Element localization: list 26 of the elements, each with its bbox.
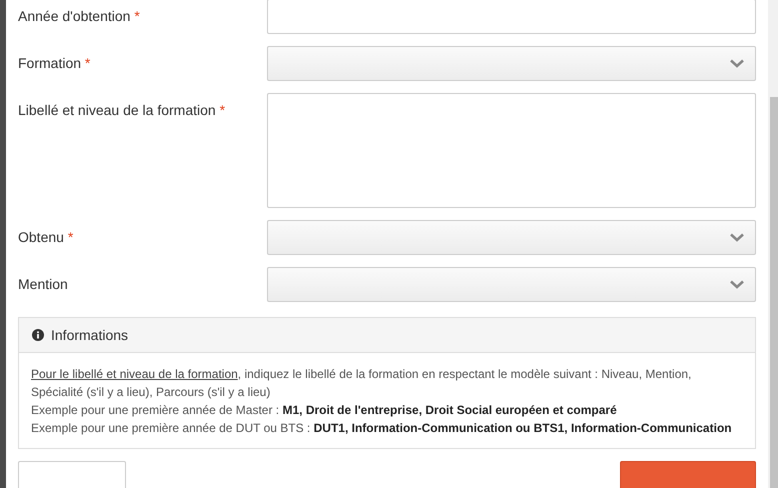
field-label: Mention xyxy=(18,276,68,292)
scrollbar[interactable] xyxy=(768,0,778,488)
required-mark: * xyxy=(68,229,74,245)
select-field[interactable] xyxy=(267,46,756,81)
info-text: Pour le libellé et niveau de la formation, indiquez le libellé de la formation en respectant le modèle suivant : Niveau, Mention, Spécialité (s'il y a lieu), Parcours (s'il y a lieu) xyxy=(31,366,692,401)
select-field[interactable] xyxy=(267,267,756,302)
required-mark: * xyxy=(134,8,140,24)
input-field[interactable] xyxy=(267,0,756,34)
example-text: Exemple pour une première année de Master : M1, Droit de l'entreprise, Droit Social européen et comparé xyxy=(31,402,618,419)
field-label: Formation xyxy=(18,55,82,71)
chevron-down-icon xyxy=(730,59,744,68)
example-text: Exemple pour une première année de DUT ou BTS : DUT1, Information-Communication ou BTS1, Information-Communication xyxy=(31,420,733,437)
submit-button[interactable] xyxy=(620,461,756,488)
field-label: Année d'obtention xyxy=(18,8,130,24)
field-label: Libellé et niveau de la formation xyxy=(18,102,216,118)
required-mark: * xyxy=(220,102,226,118)
required-mark: * xyxy=(84,55,90,71)
chevron-down-icon xyxy=(730,233,744,242)
info-link[interactable]: Pour le libellé et niveau de la formation xyxy=(31,367,238,381)
text-area[interactable] xyxy=(267,93,756,208)
select-field[interactable] xyxy=(267,220,756,255)
panel-title: Informations xyxy=(51,327,128,343)
info-icon xyxy=(32,329,44,341)
field-label: Obtenu xyxy=(18,229,64,245)
chevron-down-icon xyxy=(730,280,744,289)
cancel-button[interactable] xyxy=(18,461,126,488)
